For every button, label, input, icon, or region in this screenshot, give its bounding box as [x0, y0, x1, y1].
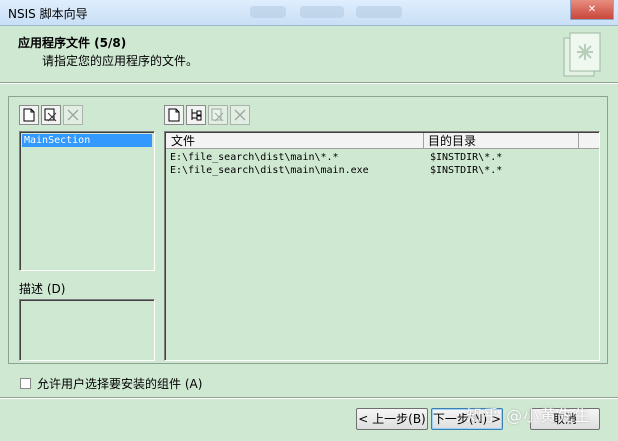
watermark: 知乎 @小黄先生	[466, 406, 592, 425]
description-box	[19, 299, 155, 361]
new-document-icon	[168, 108, 180, 122]
edit-document-icon	[44, 108, 57, 122]
delete-section-button[interactable]	[63, 105, 83, 125]
file-destination: $INSTDIR\*.*	[430, 152, 503, 163]
new-document-icon	[23, 108, 35, 122]
section-toolbar	[19, 105, 83, 125]
tree-icon	[191, 109, 202, 121]
allow-select-checkbox[interactable]	[20, 378, 31, 389]
column-header-empty	[579, 133, 599, 149]
table-row[interactable]: E:\file_search\dist\main\main.exe $INSTD…	[170, 165, 595, 177]
new-section-button[interactable]	[19, 105, 39, 125]
file-path: E:\file_search\dist\main\*.*	[170, 152, 339, 163]
edit-document-icon	[211, 108, 224, 122]
footer-divider	[0, 397, 618, 399]
wizard-header: 应用程序文件 (5/8) 请指定您的应用程序的文件。	[0, 26, 618, 84]
add-file-button[interactable]	[164, 105, 184, 125]
allow-select-label: 允许用户选择要安装的组件 (A)	[37, 377, 203, 391]
back-button[interactable]: < 上一步(B)	[356, 408, 428, 430]
allow-select-option[interactable]: 允许用户选择要安装的组件 (A)	[20, 375, 202, 392]
column-header-file[interactable]: 文件	[166, 133, 424, 149]
file-path: E:\file_search\dist\main\main.exe	[170, 165, 369, 176]
add-directory-button[interactable]	[186, 105, 206, 125]
close-icon: ✕	[587, 4, 597, 15]
column-header-destination[interactable]: 目的目录	[424, 133, 579, 149]
section-list[interactable]: MainSection	[19, 131, 155, 271]
description-label: 描述 (D)	[19, 282, 66, 296]
edit-section-button[interactable]	[41, 105, 61, 125]
blurred-toolbar-area	[300, 6, 344, 18]
list-item[interactable]: MainSection	[22, 134, 152, 147]
file-list[interactable]: 文件 目的目录 E:\file_search\dist\main\*.* $IN…	[164, 131, 600, 361]
blurred-toolbar-area	[250, 6, 286, 18]
page-subtitle: 请指定您的应用程序的文件。	[42, 54, 199, 68]
wizard-book-icon	[563, 32, 601, 77]
edit-file-button[interactable]	[208, 105, 228, 125]
page-title: 应用程序文件 (5/8)	[18, 36, 127, 50]
header-divider	[0, 82, 618, 84]
blurred-toolbar-area	[356, 6, 402, 18]
close-button[interactable]: ✕	[570, 0, 614, 20]
delete-icon	[67, 109, 79, 121]
file-destination: $INSTDIR\*.*	[430, 165, 503, 176]
title-bar: NSIS 脚本向导 ✕	[0, 0, 618, 26]
window-controls: ✕	[570, 0, 614, 20]
file-toolbar	[164, 105, 250, 125]
main-panel: MainSection 描述 (D) 文件 目的目录 E:\file_searc…	[8, 96, 608, 364]
delete-file-button[interactable]	[230, 105, 250, 125]
window-title: NSIS 脚本向导	[8, 7, 88, 21]
delete-icon	[234, 109, 246, 121]
table-row[interactable]: E:\file_search\dist\main\*.* $INSTDIR\*.…	[170, 152, 595, 164]
